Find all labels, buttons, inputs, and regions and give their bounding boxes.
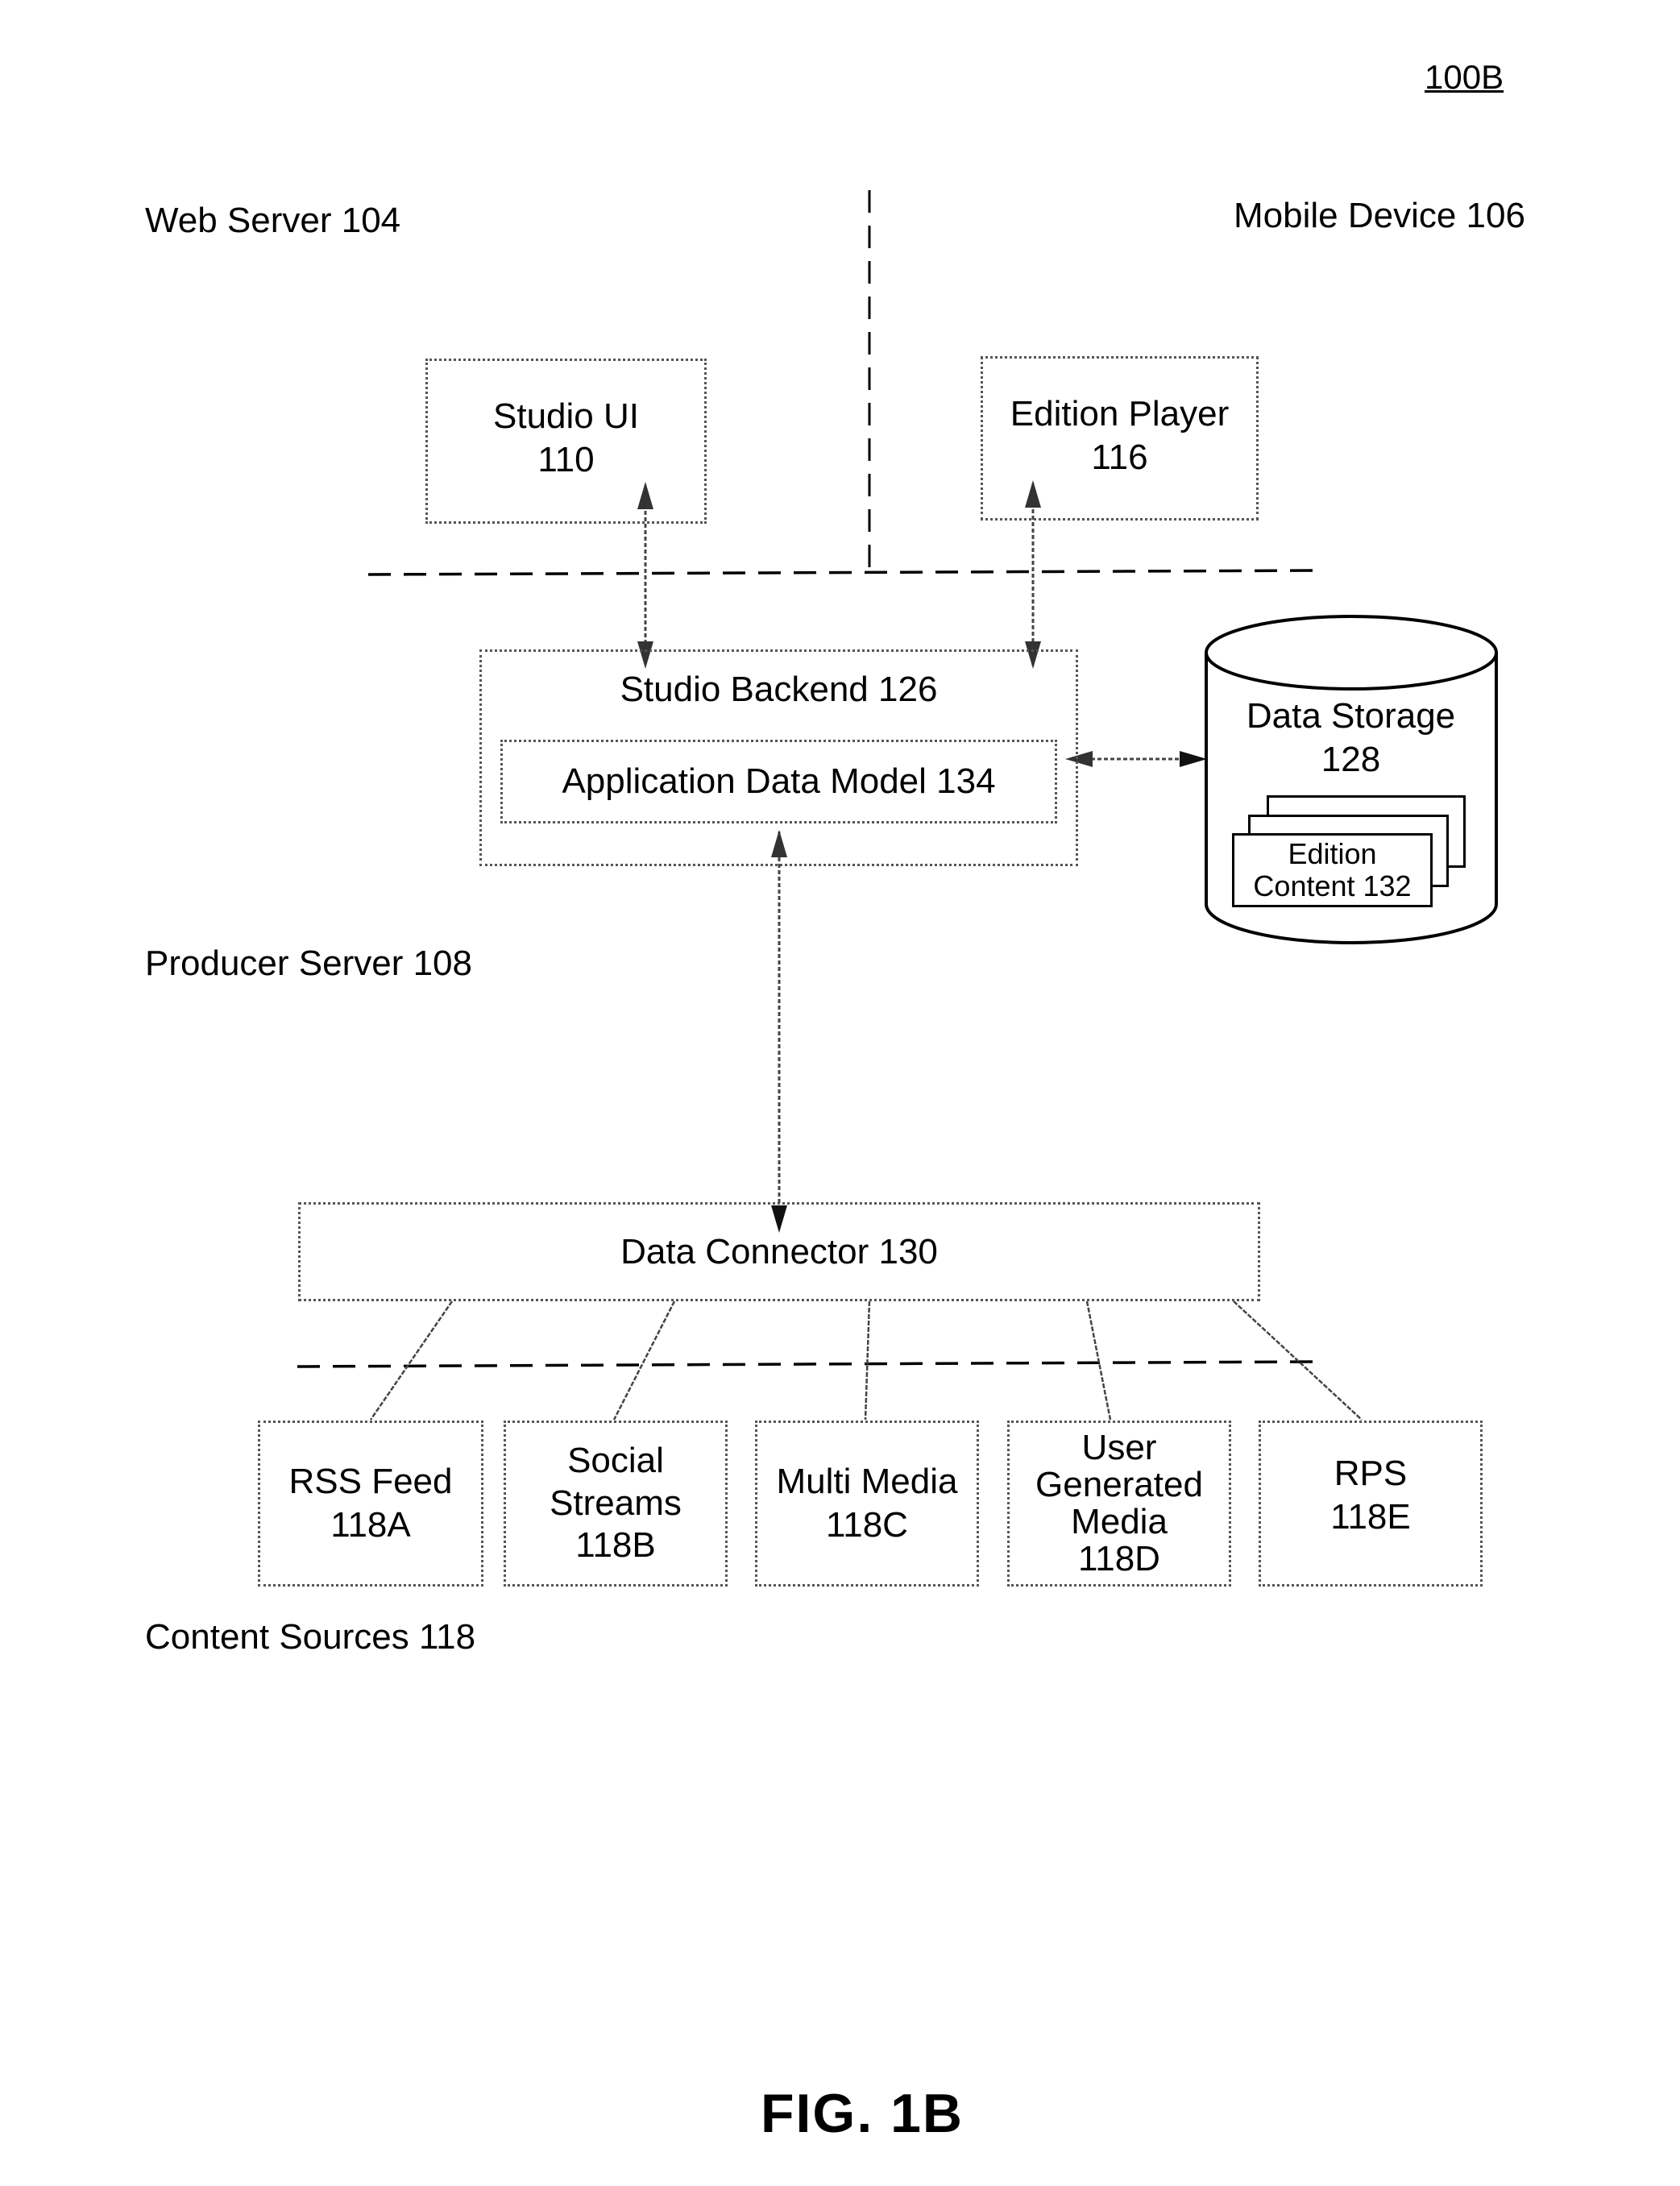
arrowhead-data-storage-right <box>1180 751 1207 767</box>
source-box-rss-feed: RSS Feed 118A <box>258 1421 483 1587</box>
data-storage-name: Data Storage <box>1246 696 1456 736</box>
source-rps-name: RPS <box>1334 1454 1408 1493</box>
source-ugm-ref: 118D <box>1078 1539 1160 1579</box>
data-storage-ref: 128 <box>1321 739 1381 779</box>
region-label-content-sources: Content Sources 118 <box>145 1617 476 1657</box>
studio-ui-name: Studio UI <box>493 396 639 436</box>
application-data-model-box: Application Data Model 134 <box>500 740 1057 823</box>
source-multi-media-ref: 118C <box>826 1505 908 1545</box>
application-data-model-label: Application Data Model 134 <box>562 761 996 802</box>
source-rps-ref: 118E <box>1330 1496 1411 1537</box>
link-connector-rps <box>1233 1300 1363 1421</box>
region-label-producer-server: Producer Server 108 <box>145 944 472 983</box>
separator-horizontal-bottom <box>297 1360 1313 1368</box>
source-box-user-generated-media: User Generated Media 118D <box>1007 1421 1231 1587</box>
edition-player-name: Edition Player <box>1010 394 1230 433</box>
source-social-streams-ref: 118B <box>575 1525 656 1566</box>
source-ugm-line1: User <box>1081 1427 1157 1467</box>
edition-player-ref: 116 <box>1091 437 1148 477</box>
source-box-multi-media: Multi Media 118C <box>755 1421 979 1587</box>
source-multi-media-name: Multi Media <box>776 1462 958 1502</box>
link-connector-rss-feed <box>369 1300 454 1421</box>
region-label-web-server: Web Server 104 <box>145 201 401 240</box>
studio-backend-label: Studio Backend 126 <box>620 670 938 709</box>
data-connector-label: Data Connector 130 <box>620 1231 938 1271</box>
separator-horizontal-top <box>367 569 1315 576</box>
edition-player-box: Edition Player 116 <box>981 356 1259 521</box>
source-ugm-line2: Generated <box>1035 1464 1203 1504</box>
studio-ui-box: Studio UI 110 <box>425 359 707 524</box>
data-storage-label: Data Storage 128 <box>1205 695 1497 781</box>
source-rss-feed-name: RSS Feed <box>288 1462 453 1502</box>
source-ugm-line3: Media <box>1071 1502 1168 1541</box>
source-social-streams-line1: Social <box>567 1440 664 1480</box>
source-box-social-streams: Social Streams 118B <box>504 1421 728 1587</box>
diagram-connections <box>297 190 1498 1421</box>
edition-content-line1: Edition <box>1288 837 1377 871</box>
source-social-streams-line2: Streams <box>550 1483 682 1523</box>
edition-content-card-front: Edition Content 132 <box>1232 833 1433 907</box>
link-connector-multi-media <box>864 1300 871 1421</box>
studio-ui-ref: 110 <box>537 439 595 479</box>
source-rss-feed-ref: 118A <box>330 1505 411 1545</box>
source-box-rps: RPS 118E <box>1259 1421 1483 1587</box>
region-label-mobile-device: Mobile Device 106 <box>1234 196 1525 235</box>
data-connector-box: Data Connector 130 <box>298 1202 1260 1301</box>
link-connector-social-streams <box>612 1300 676 1421</box>
link-connector-user-generated-media <box>1085 1300 1112 1421</box>
edition-content-line2: Content 132 <box>1253 869 1412 902</box>
figure-reference: 100B <box>1425 58 1504 96</box>
figure-caption: FIG. 1B <box>761 2083 964 2144</box>
